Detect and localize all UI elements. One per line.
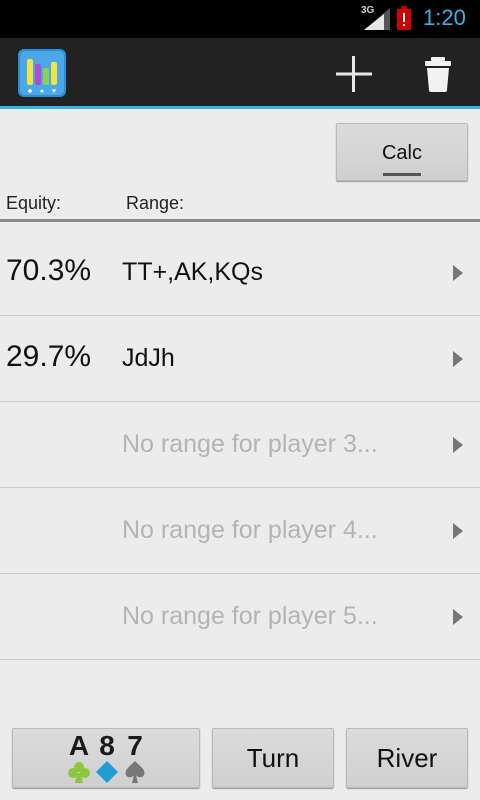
equity-value: 70.3% bbox=[6, 254, 92, 287]
club-icon bbox=[68, 762, 90, 783]
svg-text:♣: ♣ bbox=[28, 88, 33, 95]
river-button-label: River bbox=[376, 743, 438, 773]
flop-card-3: 7 bbox=[121, 731, 149, 785]
status-bar: 3G 1:20 bbox=[0, 0, 480, 38]
player-row-1[interactable]: 70.3% TT+,AK,KQs bbox=[0, 230, 480, 316]
calc-button[interactable]: Calc bbox=[336, 123, 468, 181]
range-placeholder: No range for player 3... bbox=[122, 430, 378, 458]
equity-value: 29.7% bbox=[6, 340, 92, 373]
plus-icon[interactable] bbox=[328, 48, 380, 100]
equity-header: Equity: bbox=[6, 193, 62, 213]
action-bar: ♣ ♠ ♥ bbox=[0, 38, 480, 109]
calc-button-label: Calc bbox=[381, 142, 422, 164]
turn-button[interactable]: Turn bbox=[212, 728, 334, 788]
range-header: Range: bbox=[126, 193, 185, 213]
player-row-5[interactable]: No range for player 5... bbox=[0, 574, 480, 660]
card-rank: 7 bbox=[127, 730, 143, 761]
card-rank: A bbox=[68, 730, 90, 761]
range-placeholder: No range for player 4... bbox=[122, 516, 378, 544]
chevron-right-icon bbox=[453, 437, 463, 453]
svg-text:♥: ♥ bbox=[52, 88, 56, 95]
diamond-icon bbox=[96, 761, 118, 783]
player-row-2[interactable]: 29.7% JdJh bbox=[0, 316, 480, 402]
calc-indicator bbox=[383, 173, 421, 176]
chevron-right-icon bbox=[453, 351, 463, 367]
river-button[interactable]: River bbox=[346, 728, 468, 788]
turn-button-label: Turn bbox=[246, 743, 300, 773]
trash-icon[interactable] bbox=[412, 48, 464, 100]
clock: 1:20 bbox=[423, 5, 466, 30]
card-rank: 8 bbox=[99, 730, 115, 761]
battery-icon bbox=[397, 6, 411, 30]
range-value: TT+,AK,KQs bbox=[122, 258, 264, 286]
svg-text:♠: ♠ bbox=[40, 88, 44, 95]
chevron-right-icon bbox=[453, 523, 463, 539]
player-row-4[interactable]: No range for player 4... bbox=[0, 488, 480, 574]
chevron-right-icon bbox=[453, 265, 463, 281]
flop-card-1: A bbox=[65, 731, 93, 785]
player-row-3[interactable]: No range for player 3... bbox=[0, 402, 480, 488]
range-value: JdJh bbox=[122, 344, 175, 372]
spade-icon bbox=[125, 761, 145, 783]
flop-button[interactable]: A 8 7 bbox=[12, 728, 200, 788]
range-placeholder: No range for player 5... bbox=[122, 602, 378, 630]
header-divider bbox=[0, 219, 480, 222]
equity-chart-icon[interactable]: ♣ ♠ ♥ bbox=[18, 49, 66, 97]
chevron-right-icon bbox=[453, 609, 463, 625]
signal-icon bbox=[364, 8, 390, 30]
flop-card-2: 8 bbox=[93, 731, 121, 785]
